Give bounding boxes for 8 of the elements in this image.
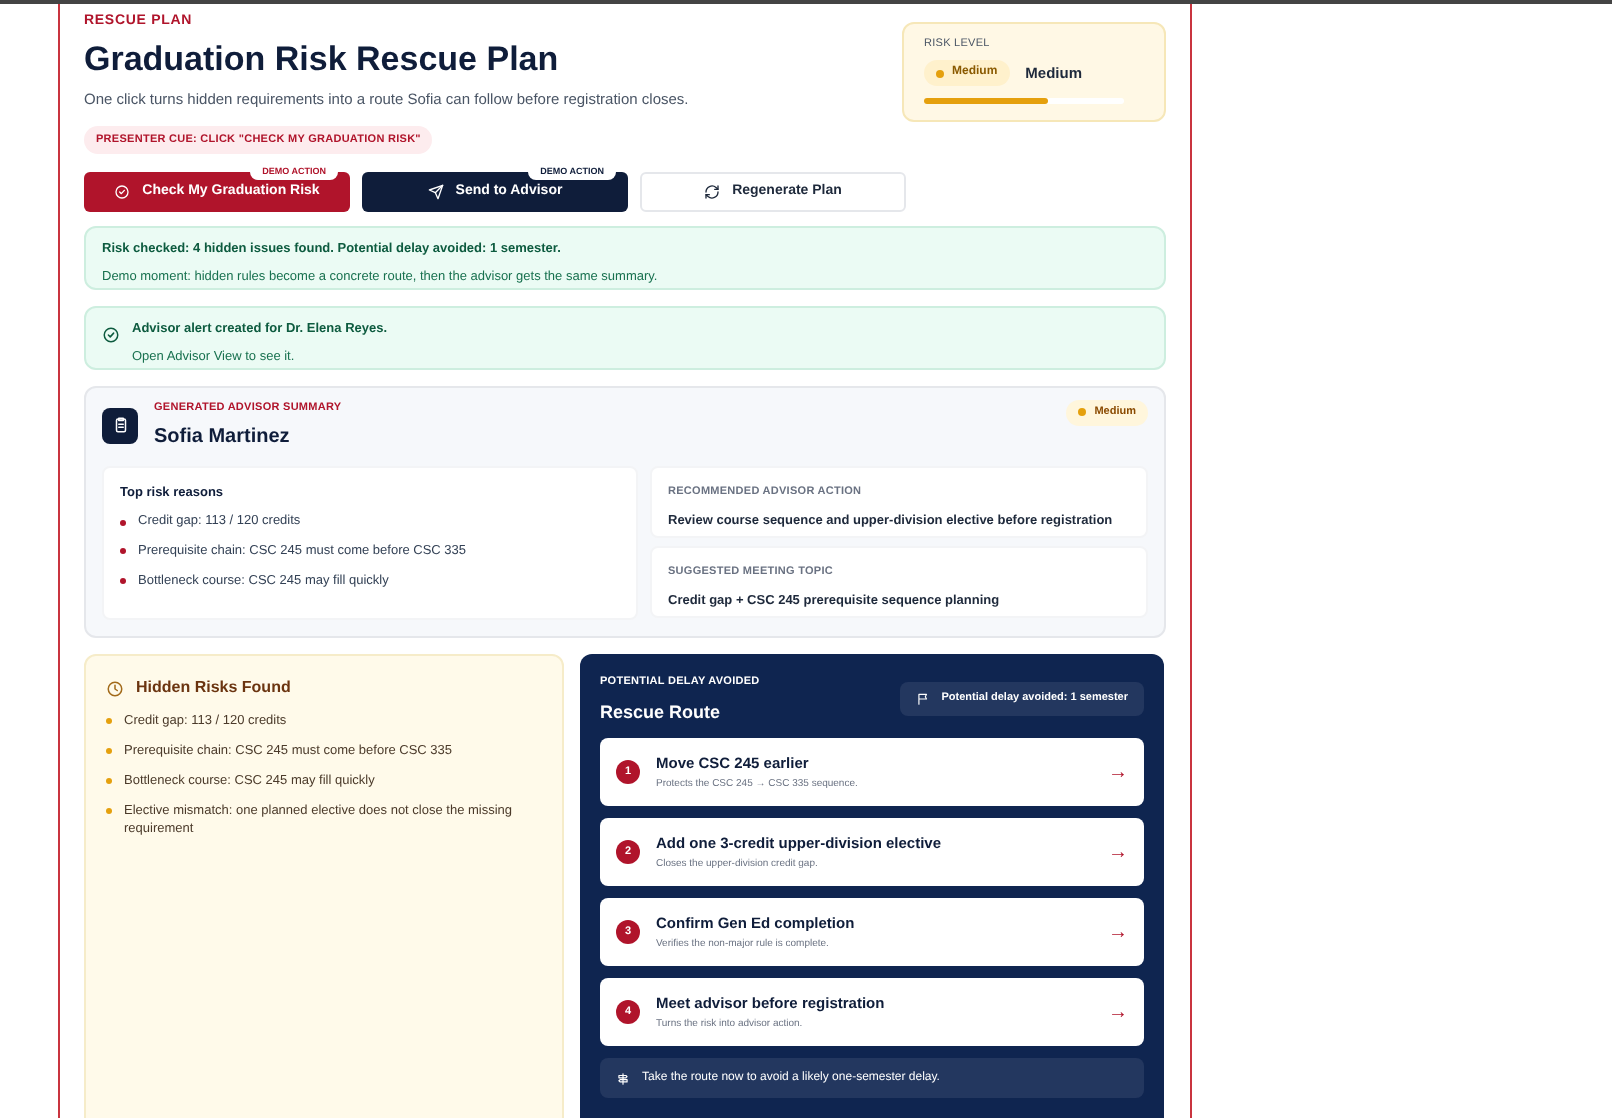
arrow-icon: → bbox=[1108, 837, 1128, 867]
page-title: Graduation Risk Rescue Plan bbox=[84, 37, 561, 80]
card-title: Hidden Risks Found bbox=[136, 676, 291, 701]
arrow-icon: → bbox=[1108, 757, 1128, 787]
route-title: Rescue Route bbox=[600, 699, 723, 725]
student-name: Sofia Martinez bbox=[154, 423, 292, 451]
arrow-icon: → bbox=[1108, 917, 1128, 947]
arrow-icon: → bbox=[1108, 997, 1128, 1027]
